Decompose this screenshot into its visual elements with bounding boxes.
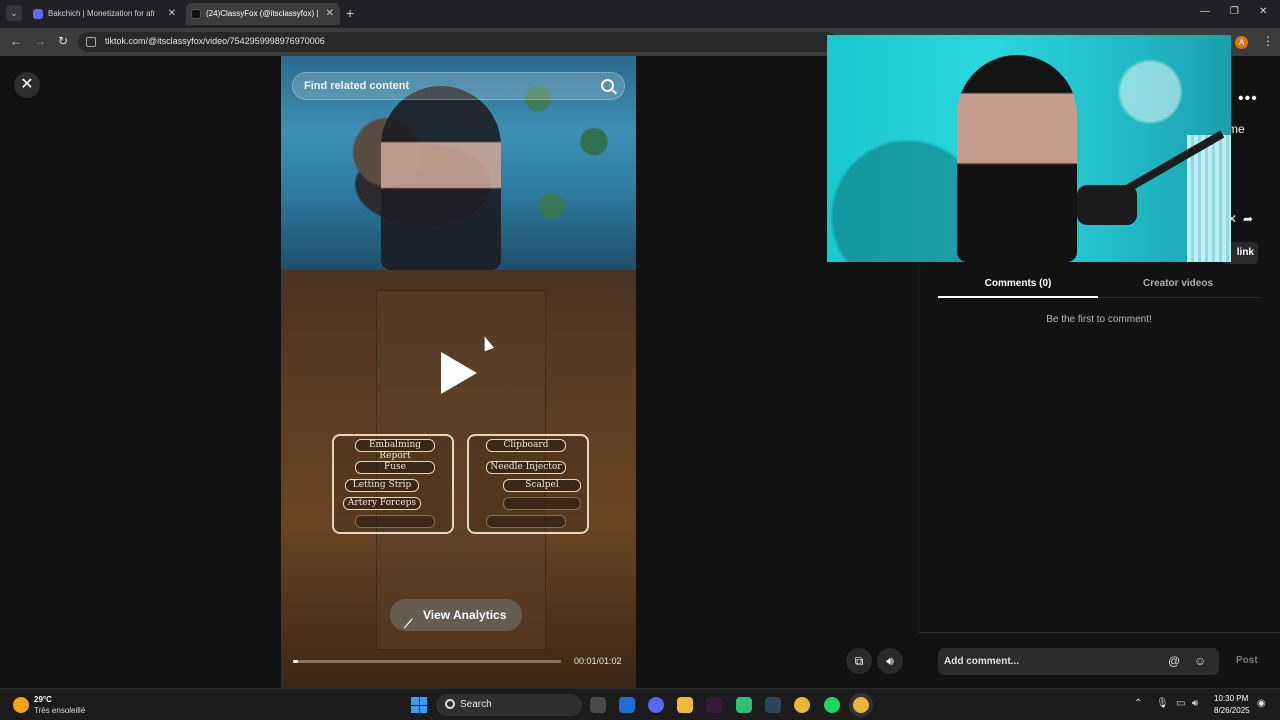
active-tab-indicator (938, 296, 1098, 298)
comment-bar: Add comment... @ ☺ Post (918, 632, 1280, 688)
tab-title: Bakchich | Monetization for afr (48, 9, 156, 18)
menu-needle-injector: Needle Injector (486, 461, 566, 474)
app-icon[interactable] (706, 697, 722, 713)
minimize-icon[interactable]: — (1200, 6, 1210, 17)
browser-menu-icon[interactable]: ⋮ (1262, 34, 1274, 48)
menu-clipboard: Clipboard (486, 439, 566, 452)
new-tab-button[interactable]: + (346, 5, 354, 21)
weather-desc[interactable]: Très ensoleillé (34, 706, 85, 715)
network-icon[interactable]: ▭ (1176, 698, 1185, 709)
tab-title: (24)ClassyFox (@itsclassyfox) | (206, 9, 319, 18)
weather-temp[interactable]: 29°C (34, 695, 52, 704)
window-close-icon[interactable]: ✕ (1259, 6, 1267, 17)
file-explorer-icon[interactable] (677, 697, 693, 713)
cam-microphone (1077, 185, 1137, 225)
tab-list-button[interactable]: ⌄ (6, 5, 22, 21)
speaker-icon[interactable]: 🔊︎ (1192, 698, 1198, 709)
volume-icon[interactable]: 🔊︎ (877, 648, 903, 674)
search-icon[interactable] (601, 79, 614, 92)
task-view-icon[interactable] (590, 697, 606, 713)
discord-icon[interactable] (648, 697, 664, 713)
emoji-icon[interactable]: ☺ (1194, 654, 1206, 668)
taskbar-search[interactable]: Search (436, 694, 582, 716)
tab-comments[interactable]: Comments (0) (938, 278, 1098, 289)
spotify-icon[interactable] (824, 697, 840, 713)
back-icon[interactable]: ← (10, 34, 22, 48)
url-text[interactable]: tiktok.com/@itsclassyfox/video/754295999… (105, 36, 325, 46)
menu-artery-forceps: Artery Forceps (343, 497, 421, 510)
tab-tiktok[interactable]: (24)ClassyFox (@itsclassyfox) | ✕ (186, 3, 340, 25)
tab-bakchich[interactable]: Bakchich | Monetization for afr ✕ (28, 3, 182, 25)
taskbar-search-label: Search (460, 699, 492, 710)
analytics-icon: ⟋ (404, 617, 413, 631)
video-time: 00:01/01:02 (574, 656, 622, 666)
close-tab-icon[interactable]: ✕ (326, 3, 334, 25)
more-icon[interactable]: ••• (1238, 90, 1258, 108)
analytics-label: View Analytics (423, 608, 507, 622)
profile-avatar[interactable]: A (1235, 36, 1248, 49)
pip-icon[interactable]: ⧉ (846, 648, 872, 674)
post-button[interactable]: Post (1236, 655, 1258, 666)
tray-overflow-icon[interactable]: ⌃ (1134, 698, 1142, 709)
comment-input[interactable]: Add comment... @ ☺ (938, 648, 1219, 675)
cam-person (957, 55, 1077, 262)
share-icon[interactable]: ➦ (1243, 212, 1253, 226)
video-player[interactable]: Find related content Embalming Report Fu… (281, 56, 636, 688)
panel-tabs: Comments (0) Creator videos (938, 276, 1260, 298)
menu-scalpel: Scalpel (503, 479, 581, 492)
start-icon[interactable] (411, 697, 427, 713)
microphone-icon[interactable]: 🎙︎ (1156, 698, 1169, 709)
outlook-icon[interactable] (619, 697, 635, 713)
progress-fill (293, 660, 299, 663)
menu-letting-strip: Letting Strip (345, 479, 419, 492)
related-search-input[interactable]: Find related content (292, 72, 625, 100)
play-icon[interactable] (441, 352, 477, 394)
menu-fuse: Fuse (355, 461, 435, 474)
bakchich-favicon-icon (33, 9, 43, 19)
menu-empty-slot (355, 515, 435, 528)
chrome-icon[interactable] (794, 697, 810, 713)
streamer-figure (381, 86, 501, 270)
empty-comments-text: Be the first to comment! (1046, 314, 1152, 325)
reload-icon[interactable]: ↻ (58, 34, 68, 48)
webcam-overlay (827, 35, 1231, 262)
comment-placeholder: Add comment... (944, 656, 1020, 667)
close-tab-icon[interactable]: ✕ (168, 3, 176, 25)
search-icon (445, 699, 455, 709)
menu-empty-slot (503, 497, 581, 510)
chrome-profile-icon[interactable] (853, 697, 869, 713)
site-info-icon[interactable] (86, 37, 96, 47)
menu-embalming-report: Embalming Report (355, 439, 435, 461)
browser-tab-bar: ⌄ Bakchich | Monetization for afr ✕ (24)… (0, 0, 1280, 28)
restore-icon[interactable]: ❐ (1230, 6, 1239, 17)
notification-icon[interactable]: ◉ (1257, 698, 1266, 709)
video-progress-bar[interactable] (293, 660, 561, 663)
weather-sun-icon[interactable] (13, 697, 29, 713)
omnibox[interactable]: tiktok.com/@itsclassyfox/video/754295999… (78, 32, 838, 52)
clock-date[interactable]: 8/26/2025 (1214, 706, 1250, 715)
view-analytics-button[interactable]: ⟋ View Analytics (390, 599, 522, 631)
mention-icon[interactable]: @ (1168, 654, 1180, 668)
windows-taskbar: 29°C Très ensoleillé Search ⌃ 🎙︎ ▭ 🔊︎ 10… (0, 688, 1280, 720)
forward-icon[interactable]: → (34, 34, 46, 48)
menu-empty-slot (486, 515, 566, 528)
tiktok-favicon-icon (191, 9, 201, 19)
steam-icon[interactable] (765, 697, 781, 713)
close-icon[interactable]: ✕ (14, 72, 40, 98)
search-placeholder: Find related content (304, 80, 410, 92)
tab-creator-videos[interactable]: Creator videos (1098, 278, 1258, 289)
clock-time[interactable]: 10:30 PM (1214, 694, 1248, 703)
app-green-icon[interactable] (736, 697, 752, 713)
